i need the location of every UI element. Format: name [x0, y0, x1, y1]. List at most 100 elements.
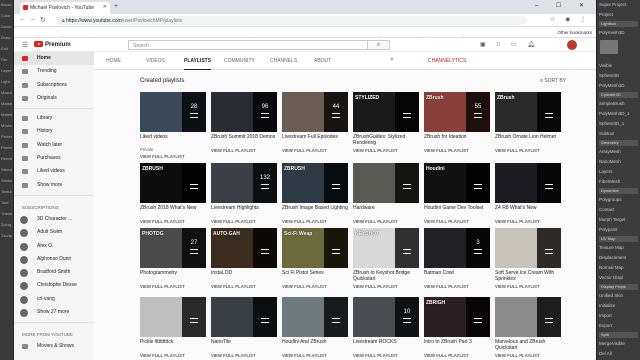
playlist-card[interactable]: 10 Livestream ROCKS VIEW FULL PLAYLIST [353, 297, 419, 358]
view-full-playlist-link[interactable]: VIEW FULL PLAYLIST [140, 353, 206, 358]
tool-menu-item[interactable]: Displacement [597, 253, 640, 263]
view-full-playlist-link[interactable]: VIEW FULL PLAYLIST [424, 148, 490, 153]
playlist-card[interactable]: 28 Liked videos Private VIEW FULL PLAYLIST [140, 92, 206, 159]
tab-about[interactable]: ABOUT [314, 58, 331, 64]
sidebar-item[interactable]: Show 27 more [14, 306, 94, 319]
playlist-title[interactable]: ZBrush 2018 What's New [140, 205, 206, 217]
playlist-card[interactable]: Soft Serve Ice Cream With Sprinkles VIEW … [495, 228, 561, 289]
back-icon[interactable]: ← [19, 16, 26, 23]
window-controls[interactable]: ‒ ☐ ✕ [535, 2, 592, 9]
tool-menu-item[interactable]: SimpleBrush [597, 99, 640, 109]
playlist-title[interactable]: Livestream Highlights [211, 205, 277, 217]
playlist-card[interactable]: Houdini And ZBrush VIEW FULL PLAYLIST [282, 297, 348, 358]
view-full-playlist-link[interactable]: VIEW FULL PLAYLIST [495, 148, 561, 153]
tool-menu-item[interactable]: Polygroups [597, 195, 640, 205]
playlist-card[interactable]: Sci-Fi Weap Sci Fi Pistol Series VIEW FULL… [282, 228, 348, 289]
tool-menu-item[interactable]: Super Project [597, 0, 640, 10]
playlist-thumbnail[interactable] [495, 163, 561, 203]
playlist-thumbnail[interactable]: ZBrush 55 [424, 92, 490, 132]
view-full-playlist-link[interactable]: VIEW FULL PLAYLIST [495, 353, 561, 358]
tool-menu-item[interactable]: FiberMesh [597, 177, 640, 187]
playlist-title[interactable]: Livestream ROCKS [353, 339, 419, 351]
playlist-card[interactable]: PHOTOG 27 Photogrammetry VIEW FULL PLAYLIST [140, 228, 206, 289]
view-full-playlist-link[interactable]: VIEW FULL PLAYLIST [282, 219, 348, 224]
sidebar-item[interactable]: Library [14, 112, 94, 125]
tab-home[interactable]: HOME [106, 58, 121, 64]
playlist-thumbnail[interactable]: 96 [211, 92, 277, 132]
view-full-playlist-link[interactable]: VIEW FULL PLAYLIST [282, 148, 348, 153]
tab-videos[interactable]: VIDEOS [146, 58, 165, 64]
view-full-playlist-link[interactable]: VIEW FULL PLAYLIST [282, 284, 348, 289]
tool-menu-item[interactable]: Polymesh3D [597, 28, 640, 38]
app-menu-item[interactable]: Zplug [1, 222, 12, 231]
playlist-title[interactable]: Pickle ltttttttttck [140, 339, 206, 351]
new-tab-icon[interactable]: + [114, 3, 118, 10]
tool-menu-item[interactable]: PolyMesh3D_1 [597, 109, 640, 119]
tool-menu-item[interactable]: Del All [597, 349, 640, 359]
playlist-thumbnail[interactable]: KEYSHOT [353, 228, 419, 268]
playlist-title[interactable]: Livestream Full Episodes [282, 134, 348, 146]
playlist-thumbnail[interactable] [282, 297, 348, 337]
app-menu-item[interactable]: Zscript [1, 233, 12, 242]
playlist-card[interactable]: STYLIZED ZBrushGuides: Stylized Rendering… [353, 92, 419, 153]
playlist-thumbnail[interactable]: 3 [424, 228, 490, 268]
playlist-card[interactable]: ZBRUSH ZBrush 2018 What's New VIEW FULL PL… [140, 163, 206, 224]
playlist-thumbnail[interactable]: 132 [211, 163, 277, 203]
view-full-playlist-link[interactable]: VIEW FULL PLAYLIST [211, 148, 277, 153]
playlist-title[interactable]: Liked videos [140, 134, 206, 146]
sidebar-item[interactable]: Adult Swim [14, 226, 94, 239]
browser-tab[interactable]: Michael Pavlovich - YouTube ✕ [20, 2, 110, 14]
playlist-card[interactable]: Z4 R8 What's New VIEW FULL PLAYLIST [495, 163, 561, 224]
sidebar-item[interactable]: Bradford Smith [14, 266, 94, 279]
view-full-playlist-link[interactable]: VIEW FULL PLAYLIST [211, 284, 277, 289]
tool-menu-item[interactable]: Initialize [597, 301, 640, 311]
tool-menu-item[interactable]: Visible [597, 61, 640, 71]
playlist-card[interactable]: NanoTile VIEW FULL PLAYLIST [211, 297, 277, 358]
tool-menu-item[interactable]: Sphere3D [597, 71, 640, 81]
search-input[interactable]: Search [128, 40, 368, 50]
app-menu-item[interactable]: Materi [1, 112, 12, 121]
youtube-logo[interactable]: Premium [34, 41, 71, 49]
tool-menu-item[interactable]: Import [597, 311, 640, 321]
app-menu-item[interactable]: Edit [1, 46, 12, 55]
playlist-title[interactable]: Sci Fi Pistol Series [282, 270, 348, 282]
tool-menu-item[interactable]: Project [597, 10, 640, 20]
app-menu-item[interactable]: Textur [1, 189, 12, 198]
tool-menu-item[interactable]: UV Map [599, 236, 638, 242]
playlist-title[interactable]: NanoTile [211, 339, 277, 351]
sidebar-item[interactable]: Originals [14, 92, 94, 105]
playlist-title[interactable]: ZBrush Image Based Lighting [282, 205, 348, 217]
view-full-playlist-link[interactable]: VIEW FULL PLAYLIST [424, 353, 490, 358]
search-button[interactable]: ⌕ [368, 40, 390, 50]
playlist-thumbnail[interactable]: ZBrush [495, 92, 561, 132]
view-full-playlist-link[interactable]: VIEW FULL PLAYLIST [282, 353, 348, 358]
playlist-card[interactable]: ZBRUSH ZBrush Image Based Lighting VIEW FU… [282, 163, 348, 224]
tool-menu-item[interactable]: Display Props [599, 284, 638, 290]
tool-menu-item[interactable]: Sphere3D_1 [597, 119, 640, 129]
playlist-title[interactable]: ZBrushGuides: Stylized Rendering [353, 134, 419, 146]
playlist-thumbnail[interactable]: PHOTOG 27 [140, 228, 206, 268]
app-menu-item[interactable]: Tool [1, 200, 12, 209]
playlist-thumbnail[interactable]: Sci-Fi Weap [282, 228, 348, 268]
playlist-card[interactable]: Marvelous and ZBrush Quickstart VIEW FULL… [495, 297, 561, 358]
tool-menu-item[interactable]: Texture Map [597, 243, 640, 253]
playlist-thumbnail[interactable]: ZBRIGH [424, 297, 490, 337]
playlist-thumbnail[interactable] [495, 228, 561, 268]
playlist-card[interactable]: ZBrush ZBrush Ornate Lion Helmet VIEW FULL… [495, 92, 561, 153]
view-full-playlist-link[interactable]: VIEW FULL PLAYLIST [353, 284, 419, 289]
sidebar-item[interactable]: Purchases [14, 152, 94, 165]
app-menu-item[interactable]: Stencil [1, 167, 12, 176]
tool-menu-item[interactable]: Export [597, 321, 640, 331]
sidebar-item[interactable]: 3D Character ... [14, 213, 94, 226]
sort-by-button[interactable]: ≡ SORT BY [540, 78, 566, 84]
playlist-title[interactable]: Houdini Game Dev Toolset [424, 205, 490, 217]
tool-menu-item[interactable]: Unified Skin [597, 291, 640, 301]
playlist-thumbnail[interactable]: STYLIZED [353, 92, 419, 132]
sidebar-item[interactable]: Alphonso Dunn [14, 253, 94, 266]
playlist-thumbnail[interactable]: ZBRUSH [282, 163, 348, 203]
tool-menu-item[interactable]: Contact [597, 205, 640, 215]
tab-playlists[interactable]: PLAYLISTS [184, 58, 212, 70]
app-menu-item[interactable]: Brush [1, 2, 12, 11]
tool-menu-item[interactable]: Normal Map [597, 263, 640, 273]
sidebar-item[interactable]: History [14, 125, 94, 138]
